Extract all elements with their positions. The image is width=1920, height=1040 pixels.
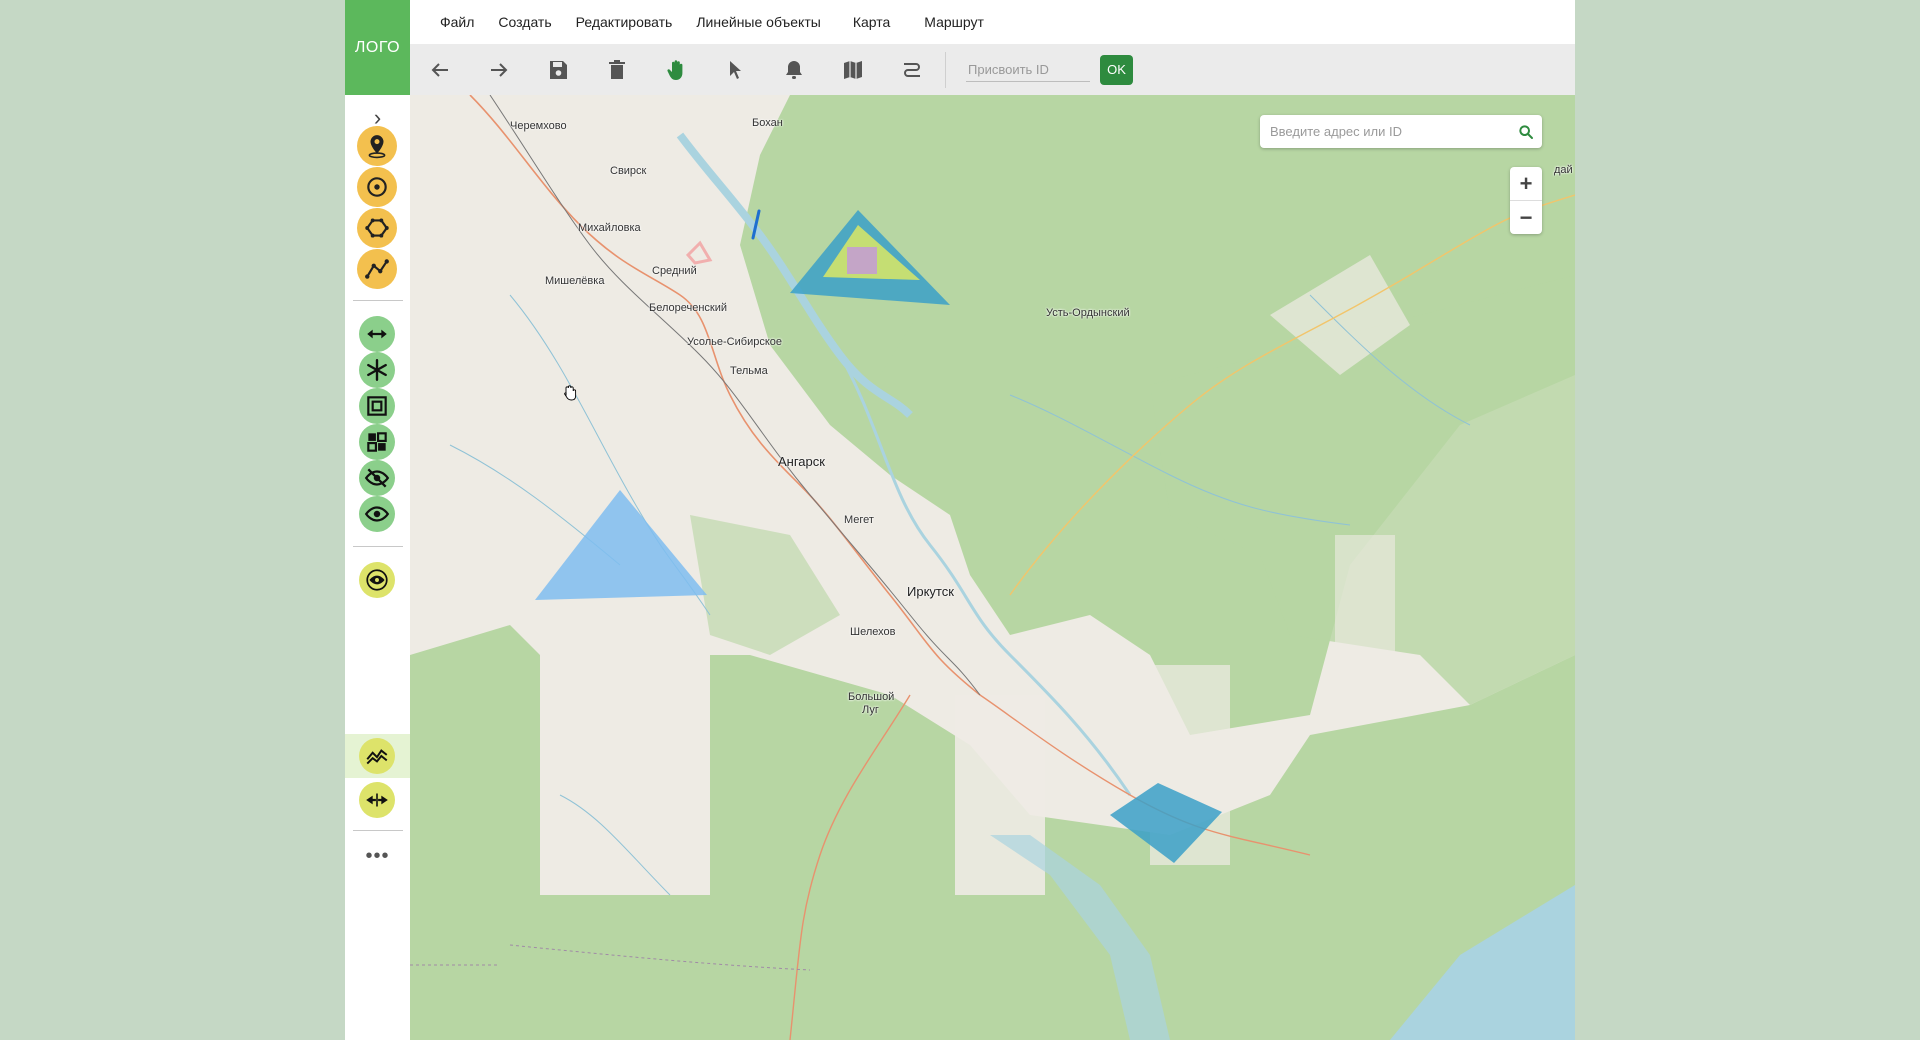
- eye-ring-icon: [366, 569, 388, 591]
- menu-file[interactable]: Файл: [410, 14, 486, 30]
- move-tool-button[interactable]: [359, 316, 395, 352]
- polygon-tool-button[interactable]: [357, 208, 397, 248]
- zoom-out-button[interactable]: −: [1510, 200, 1542, 234]
- map-canvas[interactable]: Черемхово Бохан Свирск Михайловка Средни…: [410, 95, 1575, 1040]
- polygon-icon: [365, 218, 389, 238]
- city-label: Бохан: [752, 117, 783, 129]
- map-layers-button[interactable]: [823, 44, 882, 95]
- merge-tool-button[interactable]: [359, 782, 395, 818]
- chart-lines-tool-button[interactable]: [359, 738, 395, 774]
- circle-target-icon: [367, 177, 387, 197]
- address-search-input[interactable]: [1260, 124, 1510, 139]
- polyline-tool-button[interactable]: [357, 249, 397, 289]
- toolbar: OK: [410, 44, 1575, 95]
- select-tool-button[interactable]: [705, 44, 764, 95]
- trash-icon: [608, 59, 625, 79]
- menu-create[interactable]: Создать: [486, 14, 563, 30]
- eye-icon: [364, 506, 390, 522]
- map-icon: [843, 60, 862, 79]
- menu-map[interactable]: Карта: [833, 14, 902, 30]
- square-shape: [847, 247, 877, 274]
- delete-button[interactable]: [587, 44, 646, 95]
- city-label: дай: [1554, 164, 1573, 176]
- city-label: Иркутск: [907, 584, 954, 599]
- redo-button[interactable]: [469, 44, 528, 95]
- eye-off-icon: [364, 468, 390, 488]
- pan-tool-button[interactable]: [646, 44, 705, 95]
- route-icon: [903, 62, 920, 77]
- city-label: Мегет: [844, 514, 874, 526]
- forward-arrow-icon: [490, 62, 507, 77]
- visibility-tool-button[interactable]: [359, 562, 395, 598]
- undo-button[interactable]: [410, 44, 469, 95]
- city-label: Шелехов: [850, 626, 896, 638]
- polyline-icon: [365, 259, 389, 279]
- sidebar-divider: [353, 546, 403, 547]
- frame-icon: [367, 396, 387, 416]
- save-icon: [549, 60, 567, 79]
- map-pin-tool-button[interactable]: [357, 126, 397, 166]
- city-label: Мишелёвка: [545, 275, 605, 287]
- notifications-button[interactable]: [764, 44, 823, 95]
- ok-button[interactable]: OK: [1100, 54, 1133, 85]
- chart-lines-icon: [366, 749, 388, 765]
- freeze-tool-button[interactable]: [359, 352, 395, 388]
- frame-tool-button[interactable]: [359, 388, 395, 424]
- merge-arrows-icon: [366, 793, 388, 807]
- sidebar: ЛОГО › •••: [345, 0, 410, 1040]
- app-window: ЛОГО › ••• Файл Создать Редактировать Ли…: [345, 0, 1575, 1040]
- zoom-control: + −: [1510, 167, 1542, 234]
- city-label: Луг: [862, 704, 879, 716]
- back-arrow-icon: [431, 62, 448, 77]
- hand-icon: [666, 59, 682, 80]
- hand-cursor: [564, 385, 577, 401]
- menu-linear-objects[interactable]: Линейные объекты: [684, 14, 832, 30]
- city-label: Ангарск: [778, 454, 825, 469]
- grid-tool-button[interactable]: [359, 424, 395, 460]
- menubar: Файл Создать Редактировать Линейные объе…: [410, 0, 1575, 44]
- city-label: Усть-Ордынский: [1046, 307, 1130, 319]
- pointer-icon: [729, 60, 741, 79]
- horizontal-arrows-icon: [367, 329, 387, 339]
- grid-icon: [367, 432, 387, 452]
- search-icon: [1519, 124, 1533, 139]
- city-label: Большой: [848, 691, 895, 703]
- pink-marker-shape: [685, 240, 713, 265]
- zoom-in-button[interactable]: +: [1510, 167, 1542, 200]
- menu-edit[interactable]: Редактировать: [564, 14, 685, 30]
- toolbar-divider: [945, 51, 946, 88]
- city-label: Средний: [652, 265, 697, 277]
- sidebar-divider: [353, 830, 403, 831]
- map-search: [1260, 115, 1542, 148]
- city-label: Тельма: [730, 365, 768, 377]
- city-label: Белореченский: [649, 302, 728, 314]
- circle-tool-button[interactable]: [357, 167, 397, 207]
- city-label: Усолье-Сибирское: [687, 336, 783, 348]
- bell-icon: [785, 60, 802, 79]
- hide-tool-button[interactable]: [359, 460, 395, 496]
- more-button[interactable]: •••: [345, 845, 410, 868]
- city-label: Черемхово: [510, 120, 567, 132]
- show-tool-button[interactable]: [359, 496, 395, 532]
- snowflake-icon: [367, 359, 387, 381]
- save-button[interactable]: [528, 44, 587, 95]
- search-button[interactable]: [1510, 115, 1542, 148]
- triangle-shape: [535, 490, 707, 600]
- sidebar-divider: [353, 300, 403, 301]
- city-label: Михайловка: [578, 222, 641, 234]
- route-button[interactable]: [882, 44, 941, 95]
- city-label: Свирск: [610, 165, 647, 177]
- menu-route[interactable]: Маршрут: [902, 14, 996, 30]
- logo: ЛОГО: [345, 0, 410, 95]
- map-pin-icon: [368, 135, 386, 159]
- assign-id-input[interactable]: [966, 57, 1090, 82]
- map-tiles: [410, 95, 1575, 1040]
